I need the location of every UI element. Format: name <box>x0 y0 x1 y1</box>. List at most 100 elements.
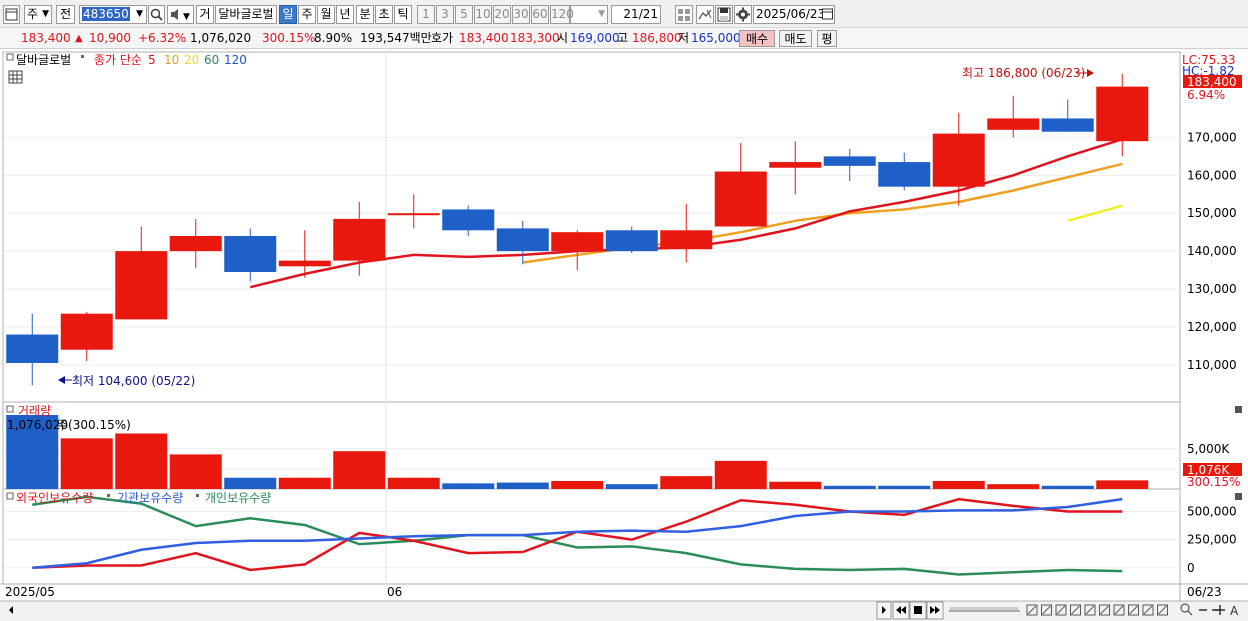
candle-body[interactable] <box>987 118 1040 130</box>
trade-button[interactable]: 거 <box>196 5 214 24</box>
interval-button-5[interactable]: 5 <box>455 5 473 24</box>
chart-tool-icon[interactable] <box>696 5 714 24</box>
interval-button-30[interactable]: 30 <box>512 5 530 24</box>
candle-body[interactable] <box>169 235 222 252</box>
volume-ratio: 300.15% <box>262 31 316 45</box>
period-button-5[interactable]: 초 <box>375 5 393 24</box>
bid-price: 183,300 <box>510 31 560 45</box>
interval-button-3[interactable]: 3 <box>436 5 454 24</box>
volume-bar[interactable] <box>551 480 604 489</box>
volume-bar[interactable] <box>333 451 386 489</box>
prev-button[interactable]: 전 <box>56 5 75 24</box>
volume-bar[interactable] <box>605 484 658 489</box>
code-value: 483650 <box>82 7 130 21</box>
candle-body[interactable] <box>714 171 767 227</box>
volume-bar[interactable] <box>60 438 113 489</box>
candle-body[interactable] <box>6 334 59 363</box>
sell-button[interactable]: 매도 <box>779 30 812 47</box>
period-button-6[interactable]: 틱 <box>394 5 412 24</box>
ma-period-10: 10 <box>164 53 179 67</box>
period-button-2[interactable]: 월 <box>317 5 335 24</box>
volume-bar[interactable] <box>660 476 713 489</box>
candle-body[interactable] <box>1096 86 1149 142</box>
auto-scale-icon[interactable]: A <box>1230 604 1239 618</box>
candle-body[interactable] <box>224 235 277 272</box>
type-select-value: 주 <box>27 7 39 21</box>
count-input[interactable]: 21/21 <box>611 5 661 24</box>
grid-icon[interactable] <box>675 5 693 24</box>
fast-forward-icon[interactable] <box>926 601 944 620</box>
gear-icon[interactable] <box>734 5 752 24</box>
volume-bar[interactable] <box>714 460 767 489</box>
volume-bar[interactable] <box>1041 485 1094 489</box>
period-button-4[interactable]: 분 <box>356 5 374 24</box>
period-button-0[interactable]: 일 <box>279 5 297 24</box>
period-button-3[interactable]: 년 <box>336 5 354 24</box>
volume: 1,076,020 <box>190 31 252 45</box>
volume-bar[interactable] <box>1096 480 1149 489</box>
window-icon[interactable] <box>3 5 20 24</box>
low-label: 저 <box>678 31 690 45</box>
type-select[interactable]: 주 ▼ <box>24 5 52 24</box>
volume-bar[interactable] <box>823 485 876 489</box>
volume-bar[interactable] <box>496 482 549 489</box>
candle-body[interactable] <box>60 313 113 350</box>
stop-icon[interactable] <box>909 601 927 620</box>
speaker-icon[interactable]: ▼ <box>167 5 194 24</box>
table-icon[interactable] <box>8 70 23 84</box>
price-change: 10,900 <box>89 31 131 45</box>
candle-body[interactable] <box>1041 118 1094 132</box>
candle-body[interactable] <box>932 133 985 187</box>
price-tick-label: 160,000 <box>1187 168 1237 182</box>
candle-body[interactable] <box>442 209 495 231</box>
period-button-1[interactable]: 주 <box>298 5 316 24</box>
volume-bar[interactable] <box>987 484 1040 489</box>
volume-title: 거래량 <box>18 404 51 418</box>
volume-bar[interactable] <box>932 480 985 489</box>
volume-bar[interactable] <box>224 477 277 489</box>
volume-bar[interactable] <box>169 454 222 489</box>
buy-button[interactable]: 매수 <box>739 30 775 47</box>
ma-period-5: 5 <box>148 53 156 67</box>
volume-bar[interactable] <box>878 485 931 489</box>
price-chart[interactable]: 170,000 160,000 150,000 140,000 130,000 120,0… <box>0 49 1248 621</box>
bullet-icon <box>196 494 199 497</box>
volume-bar[interactable] <box>442 483 495 489</box>
volume-bar[interactable] <box>115 433 168 490</box>
scroll-right-icon[interactable] <box>876 601 892 620</box>
search-icon[interactable] <box>148 5 165 24</box>
code-input[interactable]: 483650 ▼ <box>79 5 147 24</box>
candle-body[interactable] <box>660 230 713 250</box>
candle-body[interactable] <box>278 260 331 267</box>
legend-individual: 개인보유수량 <box>205 491 271 505</box>
interval-button-10[interactable]: 10 <box>474 5 492 24</box>
save-icon[interactable] <box>715 5 733 24</box>
volume-tick-label: 5,000K <box>1187 442 1230 456</box>
eval-button[interactable]: 평 <box>817 30 837 47</box>
price-tick-label: 110,000 <box>1187 358 1237 372</box>
candle-body[interactable] <box>333 218 386 261</box>
candle-body[interactable] <box>605 230 658 252</box>
candle-body[interactable] <box>387 213 440 216</box>
volume-bar[interactable] <box>769 481 822 489</box>
interval-button-1[interactable]: 1 <box>417 5 435 24</box>
candle-body[interactable] <box>823 156 876 166</box>
candle-body[interactable] <box>551 232 604 252</box>
close-icon[interactable] <box>1235 493 1242 500</box>
close-icon[interactable] <box>1235 406 1242 413</box>
interval-button-20[interactable]: 20 <box>493 5 511 24</box>
candle-body[interactable] <box>115 251 168 320</box>
candle-body[interactable] <box>496 228 549 252</box>
interval-button-60[interactable]: 60 <box>531 5 549 24</box>
candle-body[interactable] <box>769 162 822 168</box>
volume-bar[interactable] <box>387 477 440 489</box>
period-custom-select[interactable]: ▼ <box>570 5 608 24</box>
up-triangle-icon: ▲ <box>75 33 83 44</box>
volume-bar[interactable] <box>278 477 331 489</box>
chevron-down-icon: ▼ <box>136 9 143 19</box>
rewind-icon[interactable] <box>892 601 910 620</box>
interval-button-120[interactable]: 120 <box>550 5 574 24</box>
date-input[interactable]: 2025/06/23 <box>753 5 835 24</box>
high-price: 186,800 <box>632 31 682 45</box>
candle-body[interactable] <box>878 162 931 187</box>
